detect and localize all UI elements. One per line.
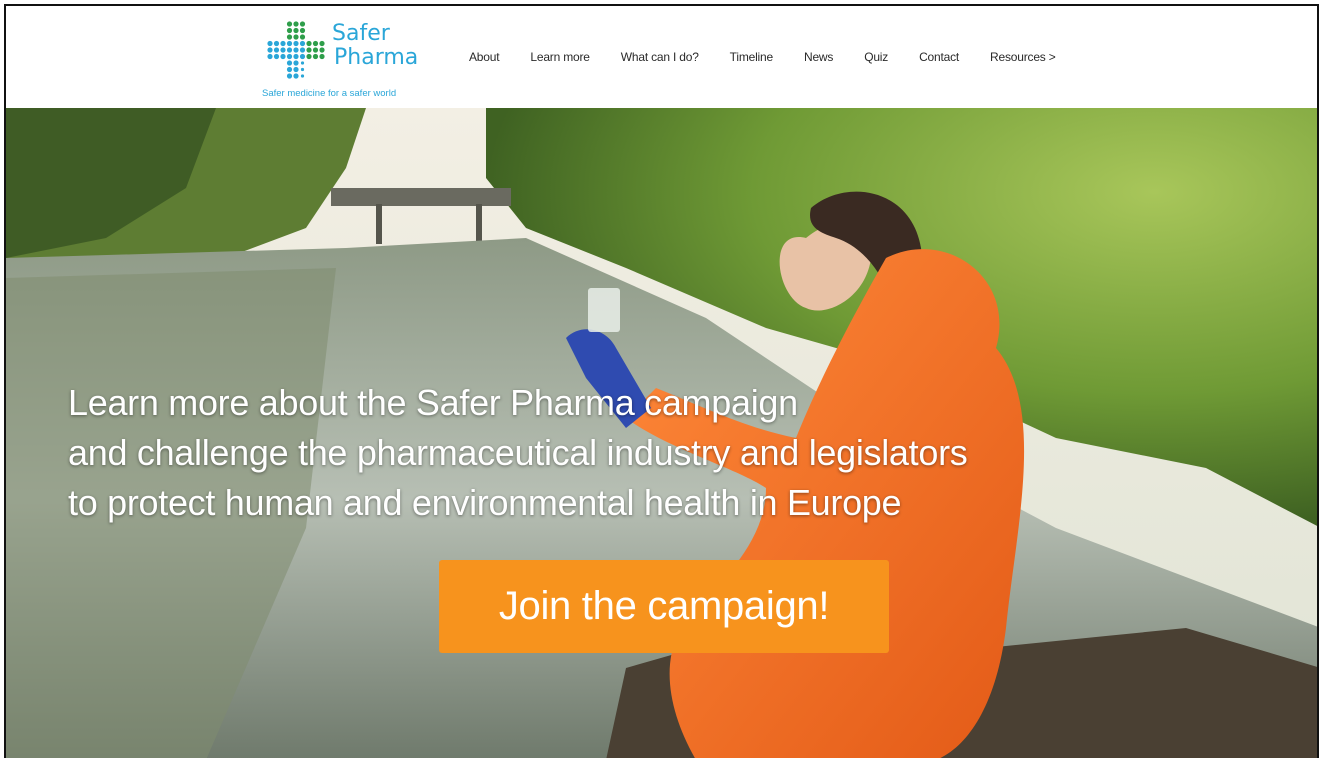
nav-about[interactable]: About <box>469 50 500 64</box>
nav-resources[interactable]: Resources > <box>990 50 1056 64</box>
hero-banner: Learn more about the Safer Pharma campai… <box>6 108 1317 758</box>
logo-tagline: Safer medicine for a safer world <box>262 88 397 99</box>
hero-headline: Learn more about the Safer Pharma campai… <box>68 378 968 528</box>
nav-news[interactable]: News <box>804 50 833 64</box>
nav-quiz[interactable]: Quiz <box>864 50 888 64</box>
site-logo[interactable]: Safer Pharma Safer medicine for a safer … <box>262 18 432 102</box>
logo-name-line2: Pharma <box>334 45 419 70</box>
headline-line-2: and challenge the pharmaceutical industr… <box>68 432 968 473</box>
headline-line-1: Learn more about the Safer Pharma campai… <box>68 382 798 423</box>
logo-cross-icon <box>267 21 325 79</box>
site-header: Safer Pharma Safer medicine for a safer … <box>6 6 1317 108</box>
page-frame: Safer Pharma Safer medicine for a safer … <box>4 4 1319 758</box>
logo-name-line1: Safer <box>332 21 390 46</box>
main-nav: About Learn more What can I do? Timeline… <box>469 50 1087 64</box>
nav-learn-more[interactable]: Learn more <box>530 50 590 64</box>
nav-timeline[interactable]: Timeline <box>730 50 774 64</box>
join-campaign-button[interactable]: Join the campaign! <box>439 560 889 653</box>
headline-line-3: to protect human and environmental healt… <box>68 482 902 523</box>
nav-contact[interactable]: Contact <box>919 50 959 64</box>
nav-what-can-i-do[interactable]: What can I do? <box>621 50 699 64</box>
logo-wordmark: Safer Pharma <box>332 22 418 70</box>
